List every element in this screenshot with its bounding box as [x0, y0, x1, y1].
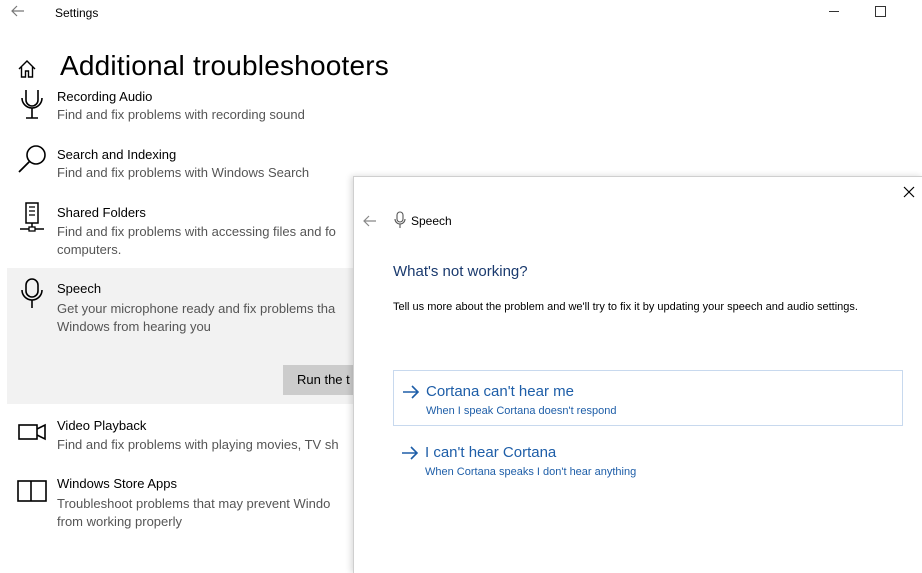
item-name: Shared Folders	[57, 205, 146, 220]
arrow-right-icon	[402, 446, 419, 460]
microphone-icon	[394, 211, 406, 228]
item-name: Windows Store Apps	[57, 476, 177, 491]
arrow-right-icon	[403, 385, 420, 399]
back-arrow-icon[interactable]	[362, 213, 378, 229]
option-title: Cortana can't hear me	[426, 383, 574, 400]
shared-folders-icon	[20, 202, 44, 232]
troubleshooter-recording-audio[interactable]: Recording Audio Find and fix problems wi…	[7, 88, 367, 128]
troubleshooter-video-playback[interactable]: Video Playback Find and fix problems wit…	[7, 415, 367, 455]
option-cortana-cant-hear-me[interactable]: Cortana can't hear me When I speak Corta…	[393, 370, 903, 426]
item-desc: Find and fix problems with playing movie…	[57, 437, 339, 452]
item-desc: Find and fix problems with accessing fil…	[57, 224, 336, 257]
troubleshooter-search-and-indexing[interactable]: Search and Indexing Find and fix problem…	[7, 144, 367, 188]
microphone-icon	[21, 90, 43, 119]
option-i-cant-hear-cortana[interactable]: I can't hear Cortana When Cortana speaks…	[393, 432, 903, 488]
option-subtitle: When I speak Cortana doesn't respond	[426, 405, 617, 417]
item-desc: Find and fix problems with recording sou…	[57, 107, 305, 122]
home-icon[interactable]	[17, 59, 37, 79]
item-name: Video Playback	[57, 418, 147, 433]
maximize-button[interactable]	[875, 6, 886, 17]
window-title: Settings	[55, 6, 99, 20]
dialog-description: Tell us more about the problem and we'll…	[393, 301, 858, 313]
option-subtitle: When Cortana speaks I don't hear anythin…	[425, 466, 637, 478]
troubleshooter-speech[interactable]: Speech Get your microphone ready and fix…	[7, 278, 367, 338]
dialog-heading: What's not working?	[393, 263, 528, 280]
item-name: Recording Audio	[57, 89, 153, 104]
minimize-button[interactable]	[829, 11, 839, 12]
item-name: Speech	[57, 281, 102, 296]
title-bar: Settings	[0, 0, 922, 26]
dialog-title: Speech	[411, 214, 452, 228]
back-arrow-icon[interactable]	[10, 3, 26, 19]
speech-troubleshooter-dialog: Speech What's not working? Tell us more …	[353, 176, 922, 573]
item-desc: Find and fix problems with Windows Searc…	[57, 165, 310, 180]
store-apps-icon	[17, 480, 47, 502]
item-name: Search and Indexing	[57, 147, 177, 162]
troubleshooter-windows-store-apps[interactable]: Windows Store Apps Troubleshoot problems…	[7, 473, 367, 535]
page-title: Additional troubleshooters	[60, 50, 389, 81]
troubleshooter-shared-folders[interactable]: Shared Folders Find and fix problems wit…	[7, 200, 367, 262]
microphone-icon	[21, 278, 43, 308]
item-desc: Troubleshoot problems that may prevent W…	[57, 496, 331, 529]
option-title: I can't hear Cortana	[425, 444, 557, 461]
video-camera-icon	[18, 423, 46, 441]
close-icon[interactable]	[902, 185, 916, 199]
item-desc: Get your microphone ready and fix proble…	[57, 301, 336, 334]
search-icon	[18, 145, 46, 173]
run-troubleshooter-button[interactable]: Run the t	[283, 365, 363, 395]
